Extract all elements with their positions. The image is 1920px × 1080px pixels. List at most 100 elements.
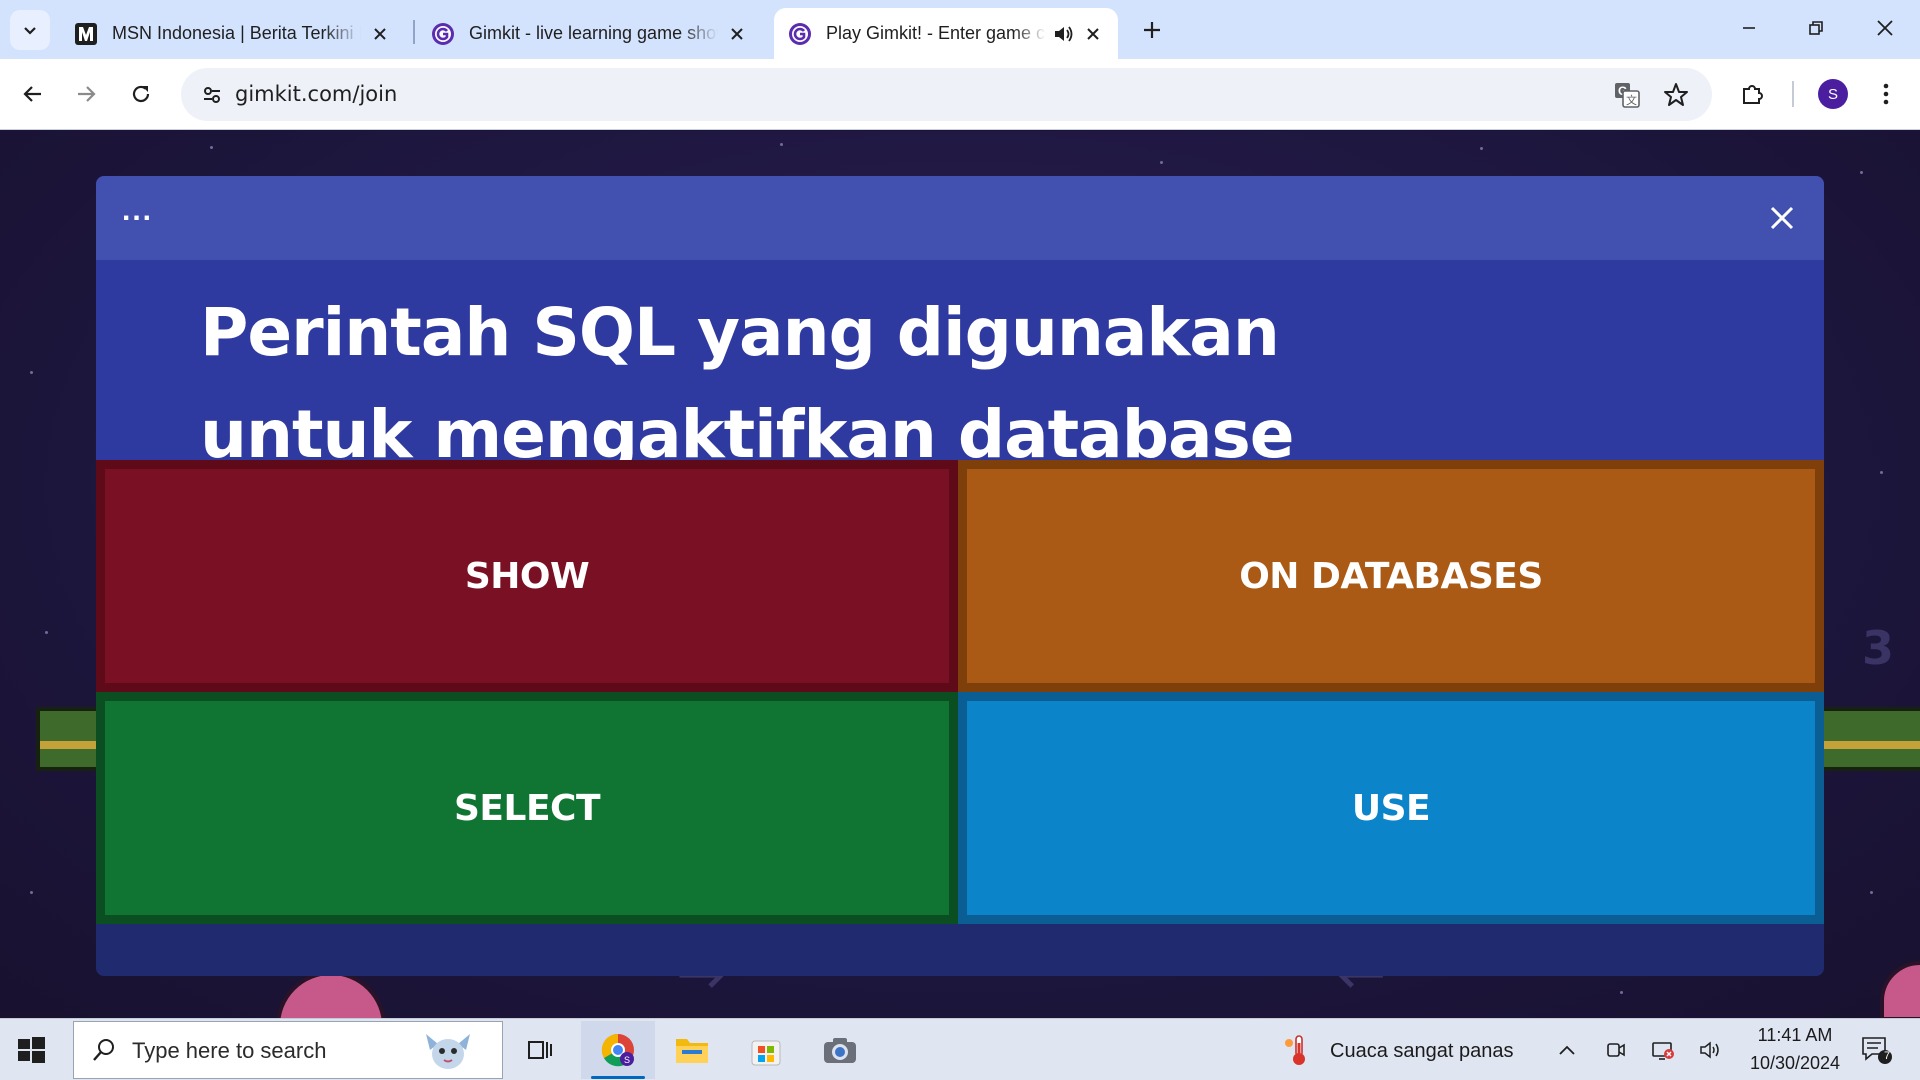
browser-toolbar: gimkit.com/join G文 S [0, 59, 1920, 130]
folder-icon [676, 1039, 708, 1063]
mushroom-character [1880, 961, 1920, 1018]
gimkit-favicon-icon [789, 22, 811, 45]
toolbar-divider [1792, 81, 1794, 107]
platform-right [1820, 707, 1920, 771]
answer-option-4[interactable]: USE [958, 692, 1824, 924]
modal-close-button[interactable] [1762, 198, 1802, 238]
msn-favicon-icon [75, 22, 97, 45]
volume-button[interactable] [1695, 1035, 1725, 1065]
notification-count: 7 [1884, 1050, 1891, 1062]
translate-button[interactable]: G文 [1608, 76, 1646, 114]
chevron-up-icon [1559, 1045, 1575, 1055]
modal-header: ... [96, 176, 1824, 260]
game-page: 3 → ← ... Perintah SQL yang digunakan un… [0, 131, 1920, 1018]
background-star [1480, 147, 1483, 150]
reload-button[interactable] [119, 72, 163, 116]
taskbar-chrome[interactable]: S [581, 1021, 655, 1079]
puzzle-icon [1743, 85, 1763, 104]
background-star [1860, 171, 1863, 174]
browser-tab-strip: MSN Indonesia | Berita Terkini Hari Ini … [0, 0, 1920, 59]
new-tab-button[interactable] [1135, 13, 1169, 47]
notifications-button[interactable]: 7 [1857, 1035, 1897, 1065]
close-tab-icon[interactable] [369, 23, 391, 45]
tab-play-gimkit[interactable]: Play Gimkit! - Enter game code [774, 8, 1118, 59]
answer-option-3[interactable]: SELECT [96, 692, 958, 924]
taskbar-file-explorer[interactable] [655, 1021, 729, 1079]
more-vertical-icon [1883, 83, 1889, 105]
background-star [30, 371, 33, 374]
gimkit-favicon-icon [432, 22, 454, 45]
menu-dots-button[interactable]: ... [122, 194, 153, 228]
search-highlight-mascot-icon [426, 1034, 470, 1069]
tune-icon [204, 87, 220, 103]
site-info-button[interactable] [193, 76, 231, 114]
close-icon [1877, 20, 1893, 36]
bookmark-button[interactable] [1657, 76, 1695, 114]
answer-option-2[interactable]: ON DATABASES [958, 460, 1824, 692]
tab-msn[interactable]: MSN Indonesia | Berita Terkini Hari Ini [60, 8, 405, 59]
question-area: Perintah SQL yang digunakan untuk mengak… [96, 260, 1824, 575]
speaker-icon [1700, 1041, 1719, 1059]
answer-option-1[interactable]: SHOW [96, 460, 958, 692]
chrome-icon: S [601, 1033, 634, 1067]
minimize-button[interactable] [1726, 8, 1772, 48]
audio-playing-icon[interactable] [1052, 23, 1074, 45]
side-number: 3 [1862, 621, 1895, 675]
background-star [30, 891, 33, 894]
clock-date[interactable]: 10/30/2024 [1740, 1053, 1850, 1074]
address-bar[interactable]: gimkit.com/join G文 [181, 68, 1712, 121]
tab-title: MSN Indonesia | Berita Terkini Hari Ini [112, 23, 361, 43]
minimize-icon [1743, 27, 1755, 29]
restore-icon [1809, 21, 1823, 35]
background-star [780, 143, 783, 146]
close-icon [1770, 206, 1794, 230]
restore-button[interactable] [1793, 8, 1839, 48]
background-star [1870, 891, 1873, 894]
clock-time[interactable]: 11:41 AM [1745, 1025, 1845, 1046]
mushroom-character [276, 971, 386, 1018]
tab-separator [413, 20, 415, 44]
task-view-button[interactable] [503, 1021, 577, 1079]
search-placeholder: Type here to search [132, 1038, 327, 1063]
background-star [1160, 161, 1163, 164]
windows-logo-icon [18, 1037, 45, 1063]
taskbar-microsoft-store[interactable] [729, 1021, 803, 1079]
taskbar-search-box[interactable]: Type here to search [73, 1021, 503, 1079]
svg-text:文: 文 [1626, 93, 1637, 107]
background-star [210, 146, 213, 149]
background-star [45, 631, 48, 634]
close-tab-icon[interactable] [726, 23, 748, 45]
arrow-right-icon [78, 86, 96, 102]
weather-text[interactable]: Cuaca sangat panas [1330, 1040, 1513, 1063]
translate-icon: G文 [1615, 83, 1640, 108]
show-hidden-icons-button[interactable] [1552, 1035, 1582, 1065]
taskbar-camera[interactable] [803, 1021, 877, 1079]
svg-text:S: S [624, 1055, 630, 1065]
background-star [1620, 991, 1623, 994]
browser-menu-button[interactable] [1864, 72, 1908, 116]
question-modal: ... Perintah SQL yang digunakan untuk me… [96, 176, 1824, 976]
back-button[interactable] [11, 72, 55, 116]
task-view-icon [528, 1041, 552, 1059]
tab-gimkit[interactable]: Gimkit - live learning game show [417, 8, 762, 59]
start-button[interactable] [14, 1033, 48, 1067]
search-icon [93, 1039, 114, 1061]
reload-icon [132, 85, 150, 103]
profile-avatar[interactable]: S [1818, 79, 1848, 109]
store-icon [751, 1040, 781, 1066]
network-icon [1652, 1042, 1674, 1060]
chevron-down-icon [24, 27, 36, 35]
extensions-button[interactable] [1731, 72, 1775, 116]
tab-title: Gimkit - live learning game show [469, 23, 718, 43]
weather-thermometer-icon [1285, 1035, 1305, 1065]
close-tab-icon[interactable] [1082, 23, 1104, 45]
url-text[interactable]: gimkit.com/join [235, 82, 397, 106]
windows-taskbar: Type here to search S Cuaca sangat panas… [0, 1018, 1920, 1080]
camera-icon [824, 1038, 856, 1063]
forward-button[interactable] [64, 72, 108, 116]
video-icon [1607, 1043, 1625, 1057]
tab-search-button[interactable] [10, 10, 50, 50]
network-button[interactable] [1648, 1035, 1678, 1065]
close-window-button[interactable] [1862, 8, 1908, 48]
meet-now-button[interactable] [1601, 1035, 1631, 1065]
